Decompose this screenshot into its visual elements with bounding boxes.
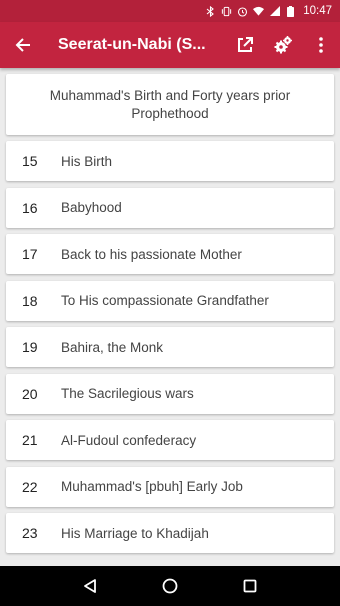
open-external-icon bbox=[238, 37, 253, 52]
arrow-back-icon bbox=[15, 38, 30, 52]
open-external-button[interactable] bbox=[226, 22, 264, 68]
chapter-title: Babyhood bbox=[61, 200, 122, 215]
chapter-number: 15 bbox=[22, 153, 38, 169]
section-header: Muhammad's Birth and Forty years prior P… bbox=[6, 74, 334, 135]
chapter-number: 18 bbox=[22, 292, 38, 309]
section-header-text: Muhammad's Birth and Forty years prior P… bbox=[49, 87, 291, 121]
chapter-item[interactable]: 15 His Birth bbox=[6, 141, 334, 181]
settings-button[interactable] bbox=[264, 22, 302, 68]
chapter-item[interactable]: 21 Al-Fudoul confederacy bbox=[6, 420, 334, 460]
alarm-icon bbox=[237, 6, 248, 17]
chapter-item[interactable]: 22 Muhammad's [pbuh] Early Job bbox=[6, 466, 334, 507]
chapter-number: 19 bbox=[22, 339, 38, 355]
app-bar: Seerat-un-Nabi (S... bbox=[0, 22, 340, 68]
system-nav-bar bbox=[0, 566, 340, 606]
more-vert-icon bbox=[319, 37, 323, 53]
battery-icon bbox=[285, 5, 296, 17]
chapter-title: Muhammad's [pbuh] Early Job bbox=[61, 479, 243, 494]
nav-home-button[interactable] bbox=[150, 566, 190, 606]
vibrate-icon bbox=[221, 6, 232, 17]
status-time: 10:47 bbox=[303, 5, 332, 17]
more-options-button[interactable] bbox=[302, 22, 340, 68]
chapter-number: 17 bbox=[22, 246, 38, 262]
chapter-title: To His compassionate Grandfather bbox=[61, 293, 269, 308]
chapter-list[interactable]: Muhammad's Birth and Forty years prior P… bbox=[0, 68, 340, 566]
app-title: Seerat-un-Nabi (S... bbox=[58, 36, 206, 53]
nav-back-button[interactable] bbox=[70, 566, 110, 606]
wifi-icon bbox=[253, 6, 265, 17]
chapter-number: 21 bbox=[22, 432, 38, 448]
chapter-title: Back to his passionate Mother bbox=[61, 246, 242, 262]
bluetooth-icon bbox=[205, 5, 216, 17]
chapter-title: Al-Fudoul confederacy bbox=[61, 432, 197, 448]
chapter-number: 20 bbox=[22, 385, 38, 402]
chapter-title: His Marriage to Khadijah bbox=[61, 525, 209, 541]
chapter-title: His Birth bbox=[61, 153, 113, 169]
chapter-number: 23 bbox=[22, 525, 38, 541]
nav-back-icon bbox=[84, 579, 96, 593]
chapter-item[interactable]: 16 Babyhood bbox=[6, 187, 334, 228]
settings-gears-icon bbox=[274, 36, 292, 54]
chapter-item[interactable]: 19 Bahira, the Monk bbox=[6, 327, 334, 367]
chapter-number: 22 bbox=[22, 478, 38, 495]
chapter-title: The Sacrilegious wars bbox=[61, 386, 194, 401]
status-bar: 10:47 bbox=[0, 0, 340, 22]
nav-home-icon bbox=[162, 578, 178, 594]
chapter-item[interactable]: 23 His Marriage to Khadijah bbox=[6, 513, 334, 553]
nav-recents-icon bbox=[243, 579, 257, 593]
chapter-item[interactable]: 18 To His compassionate Grandfather bbox=[6, 280, 334, 321]
back-button[interactable] bbox=[0, 22, 46, 68]
nav-recents-button[interactable] bbox=[230, 566, 270, 606]
chapter-item[interactable]: 20 The Sacrilegious wars bbox=[6, 373, 334, 414]
chapter-item[interactable]: 17 Back to his passionate Mother bbox=[6, 234, 334, 274]
chapter-number: 16 bbox=[22, 199, 38, 216]
signal-icon bbox=[269, 6, 280, 17]
chapter-title: Bahira, the Monk bbox=[61, 339, 164, 355]
